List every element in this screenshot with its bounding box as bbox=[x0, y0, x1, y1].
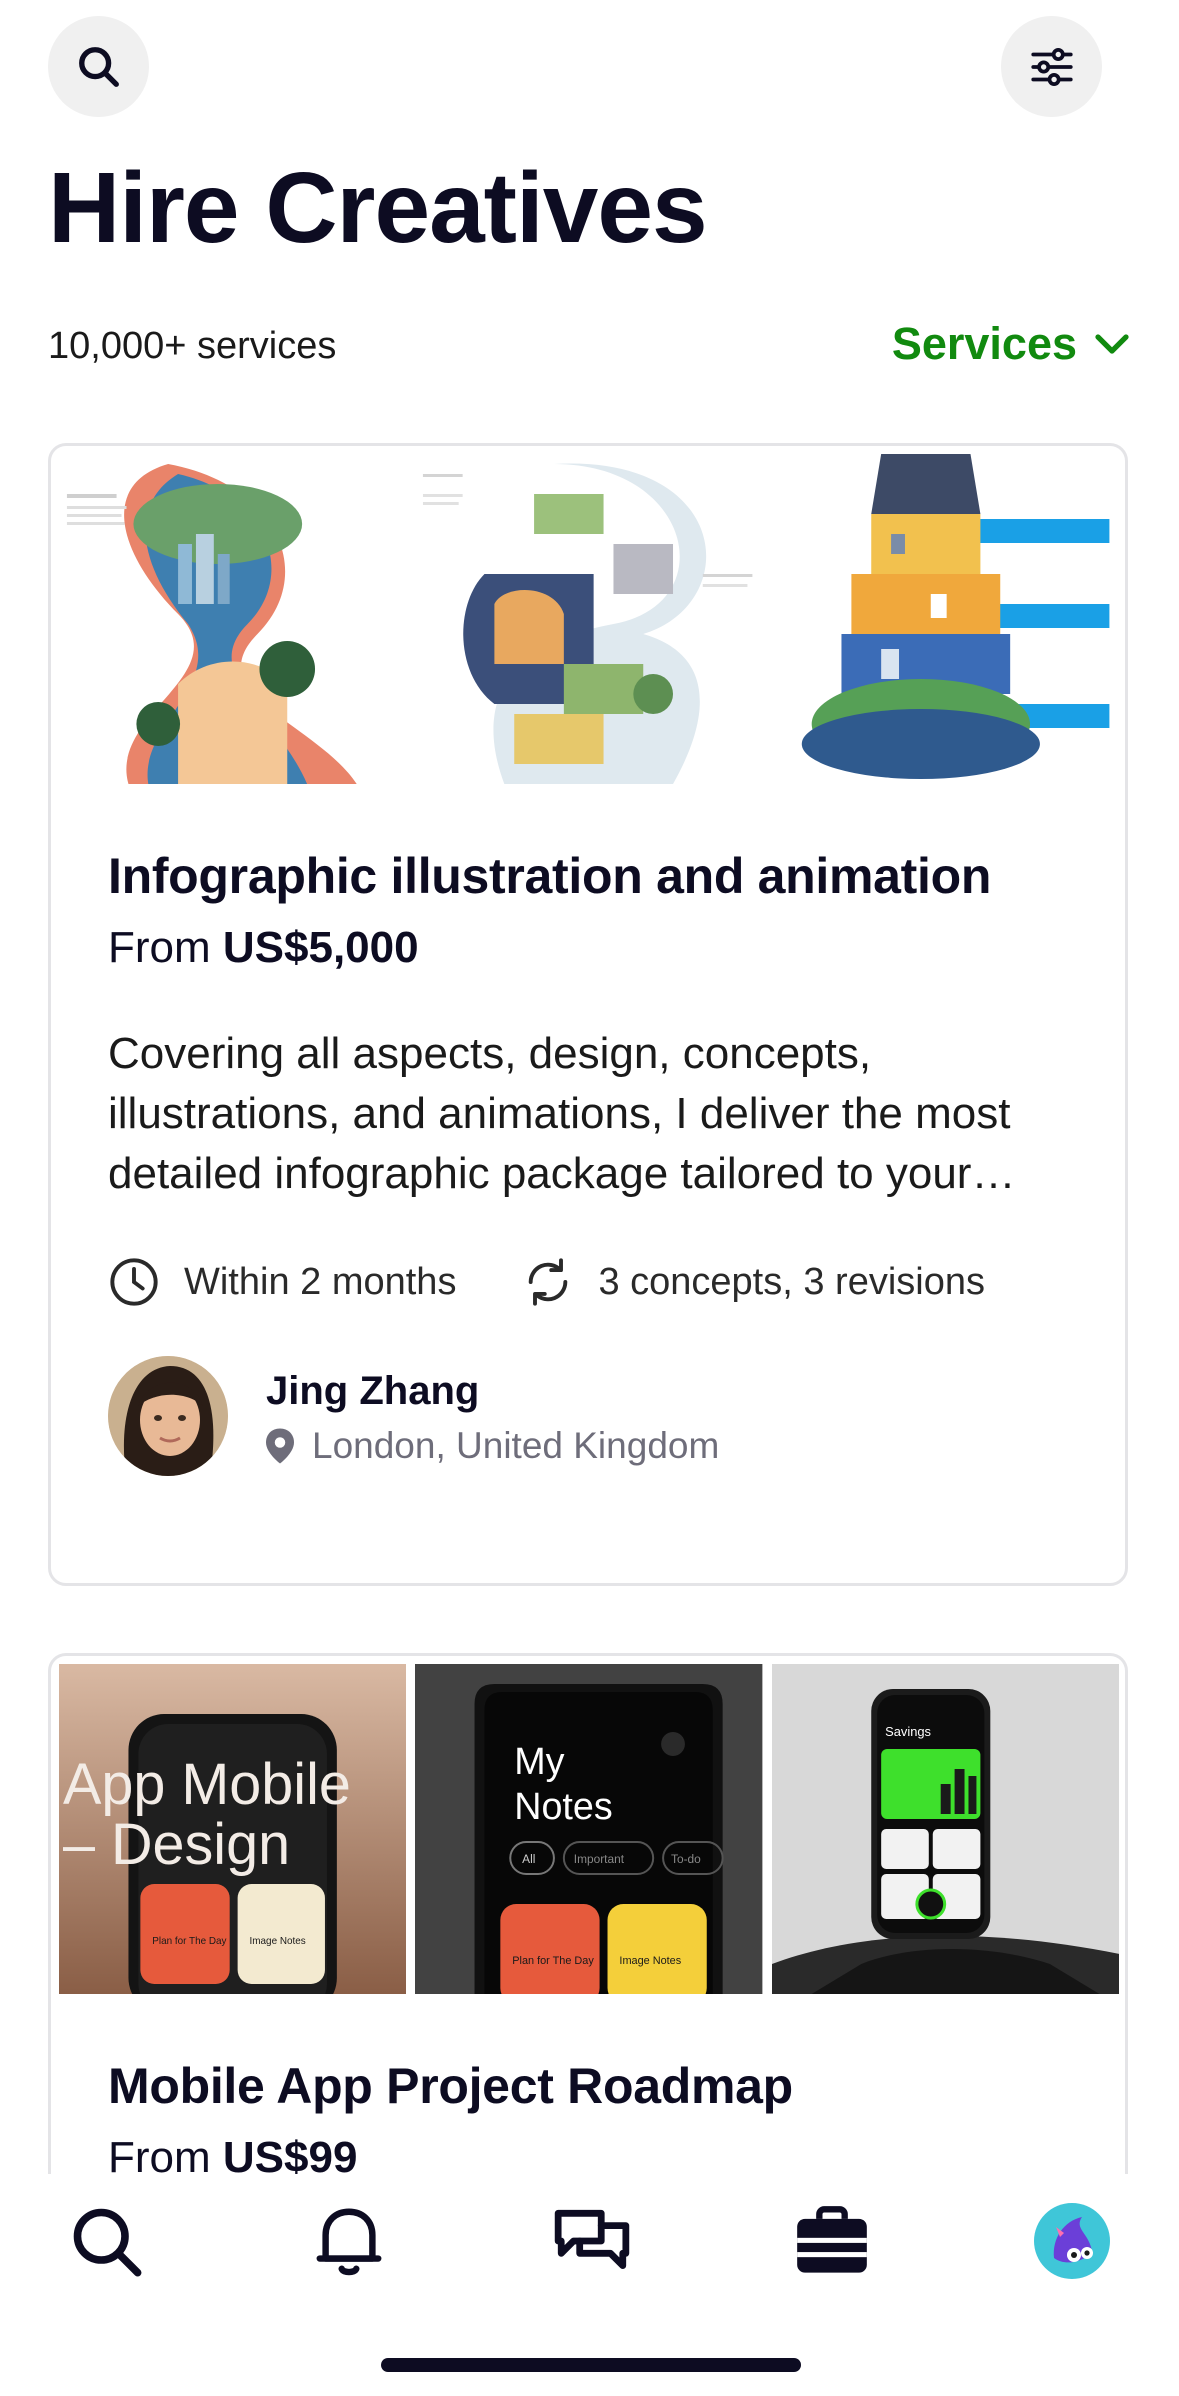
tab-profile[interactable] bbox=[1027, 2196, 1117, 2286]
thumbnail-image[interactable] bbox=[771, 454, 1119, 784]
thumb-headline: My bbox=[515, 1741, 565, 1783]
thumb-card-label: Image Notes bbox=[620, 1955, 682, 1967]
tab-projects[interactable] bbox=[787, 2196, 877, 2286]
delivery-time-label: Within 2 months bbox=[184, 1260, 457, 1303]
location-pin-icon bbox=[266, 1428, 294, 1464]
service-title[interactable]: Infographic illustration and animation bbox=[108, 846, 1068, 906]
search-icon bbox=[73, 2208, 142, 2277]
thumbnail-image[interactable] bbox=[59, 454, 407, 784]
author-location: London, United Kingdom bbox=[266, 1425, 719, 1467]
revisions-label: 3 concepts, 3 revisions bbox=[598, 1260, 985, 1303]
thumb-headline: App Mobile bbox=[63, 1753, 351, 1817]
thumbnail-image[interactable]: Plan for The Day Image Notes App Mobile … bbox=[59, 1664, 407, 1994]
thumb-chip-label: All bbox=[523, 1852, 536, 1866]
search-icon bbox=[78, 46, 119, 87]
bell-icon bbox=[316, 2208, 382, 2276]
thumbnail-image[interactable]: Savings bbox=[771, 1664, 1119, 1994]
thumbnail-image[interactable] bbox=[415, 454, 763, 784]
services-dropdown[interactable]: Services bbox=[892, 318, 1133, 370]
briefcase-icon bbox=[797, 2206, 867, 2273]
thumb-headline: Notes bbox=[515, 1786, 613, 1828]
service-description: Covering all aspects, design, concepts, … bbox=[108, 1029, 1016, 1198]
hire-creatives-screen: Hire Creatives 10,000+ services Services bbox=[0, 0, 1179, 2396]
thumb-chip-label: To-do bbox=[671, 1852, 701, 1866]
sliders-icon bbox=[1030, 47, 1073, 86]
chevron-down-icon bbox=[1095, 334, 1129, 354]
price-value: US$5,000 bbox=[222, 923, 419, 972]
tab-messages[interactable] bbox=[547, 2196, 637, 2286]
delivery-time: Within 2 months bbox=[108, 1256, 456, 1308]
service-thumbnails bbox=[59, 454, 1119, 784]
filter-button[interactable] bbox=[1001, 16, 1102, 117]
tab-notifications[interactable] bbox=[304, 2196, 394, 2286]
service-card[interactable]: Infographic illustration and animation F… bbox=[48, 443, 1128, 1586]
refresh-icon bbox=[529, 1258, 568, 1306]
services-dropdown-label: Services bbox=[891, 318, 1077, 369]
author-name[interactable]: Jing Zhang bbox=[266, 1365, 719, 1417]
thumb-headline: Savings bbox=[885, 1724, 931, 1739]
home-indicator bbox=[381, 2358, 801, 2372]
author-location-label: London, United Kingdom bbox=[312, 1425, 720, 1466]
avatar[interactable] bbox=[108, 1356, 228, 1476]
author-row[interactable]: Jing Zhang London, United Kingdom bbox=[108, 1356, 1068, 1476]
service-thumbnails: Plan for The Day Image Notes App Mobile … bbox=[59, 1664, 1119, 1994]
services-count: 10,000+ services bbox=[48, 325, 337, 367]
page-title: Hire Creatives bbox=[48, 152, 708, 264]
price-prefix: From bbox=[108, 923, 211, 972]
service-price: From US$5,000 bbox=[108, 918, 1068, 978]
thumb-card-label: Image Notes bbox=[250, 1936, 306, 1947]
profile-avatar bbox=[1034, 2203, 1110, 2279]
thumbnail-image[interactable]: My Notes All Important To-do Plan for Th… bbox=[415, 1664, 763, 1994]
thumb-card-label: Plan for The Day bbox=[513, 1955, 595, 1967]
service-title[interactable]: Mobile App Project Roadmap bbox=[108, 2056, 1068, 2116]
thumb-chip-label: Important bbox=[574, 1852, 625, 1866]
tab-search[interactable] bbox=[61, 2196, 151, 2286]
clock-icon bbox=[110, 1258, 158, 1306]
service-meta: Within 2 months 3 concepts, 3 revisions bbox=[108, 1256, 1068, 1308]
thumb-card-label: Plan for The Day bbox=[152, 1936, 226, 1947]
thumb-headline: – Design bbox=[63, 1813, 290, 1877]
search-button[interactable] bbox=[48, 16, 149, 117]
revisions-info: 3 concepts, 3 revisions bbox=[522, 1256, 985, 1308]
messages-icon bbox=[554, 2209, 630, 2269]
